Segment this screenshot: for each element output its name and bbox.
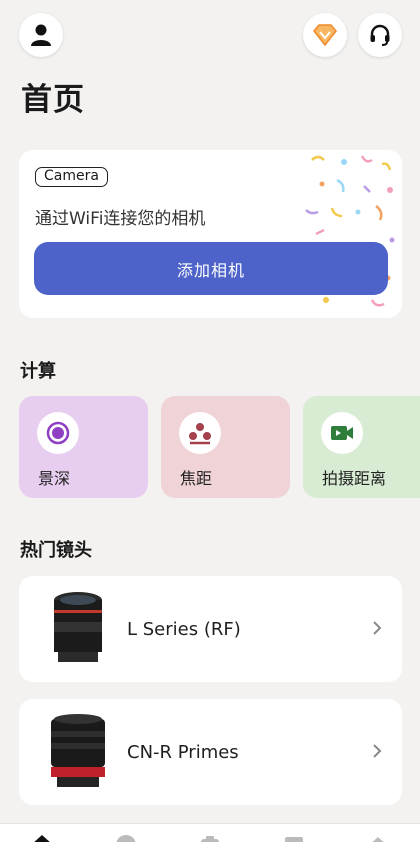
support-headset-icon xyxy=(370,24,390,46)
tile-icon-circle xyxy=(321,412,363,454)
calc-tile-label: 拍摄距离 xyxy=(322,469,387,488)
home-icon[interactable] xyxy=(31,834,53,842)
camera-icon[interactable] xyxy=(199,834,221,842)
focal-length-icon xyxy=(189,423,211,445)
tile-icon-circle xyxy=(37,412,79,454)
cinema-lens-image xyxy=(51,714,105,787)
add-camera-button[interactable]: 添加相机 xyxy=(34,242,388,295)
lens-name: CN-R Primes xyxy=(127,742,239,763)
user-icon xyxy=(31,24,51,46)
video-camera-icon xyxy=(331,426,353,440)
camera-description: 通过WiFi连接您的相机 xyxy=(35,209,206,229)
calc-tile-focal-length[interactable]: 焦距 xyxy=(161,396,290,498)
gallery-icon[interactable] xyxy=(283,834,305,842)
calculate-section-title: 计算 xyxy=(20,361,56,382)
popular-lenses-section-title: 热门镜头 xyxy=(20,540,92,561)
lens-name: L Series (RF) xyxy=(127,619,241,640)
page-title: 首页 xyxy=(21,82,85,118)
bottom-navigation xyxy=(0,823,420,842)
vip-badge-icon xyxy=(313,24,337,47)
support-button[interactable] xyxy=(358,13,402,57)
vip-button[interactable] xyxy=(303,13,347,57)
lens-item-l-series[interactable]: L Series (RF) xyxy=(19,576,402,682)
chevron-right-icon xyxy=(373,621,382,635)
add-camera-card: Camera 通过WiFi连接您的相机 添加相机 xyxy=(19,150,402,318)
calc-tile-label: 景深 xyxy=(38,469,71,488)
camera-tag: Camera xyxy=(35,167,108,187)
profile-button[interactable] xyxy=(19,13,63,57)
explore-icon[interactable] xyxy=(115,834,137,842)
lens-item-cn-r-primes[interactable]: CN-R Primes xyxy=(19,699,402,805)
calc-tile-shooting-distance[interactable]: 拍摄距离 xyxy=(303,396,420,498)
tile-icon-circle xyxy=(179,412,221,454)
chevron-right-icon xyxy=(373,744,382,758)
lens-image xyxy=(54,592,102,662)
profile-icon[interactable] xyxy=(367,834,389,842)
calc-tile-depth-of-field[interactable]: 景深 xyxy=(19,396,148,498)
calc-tile-label: 焦距 xyxy=(180,469,213,488)
depth-of-field-icon xyxy=(46,421,70,445)
